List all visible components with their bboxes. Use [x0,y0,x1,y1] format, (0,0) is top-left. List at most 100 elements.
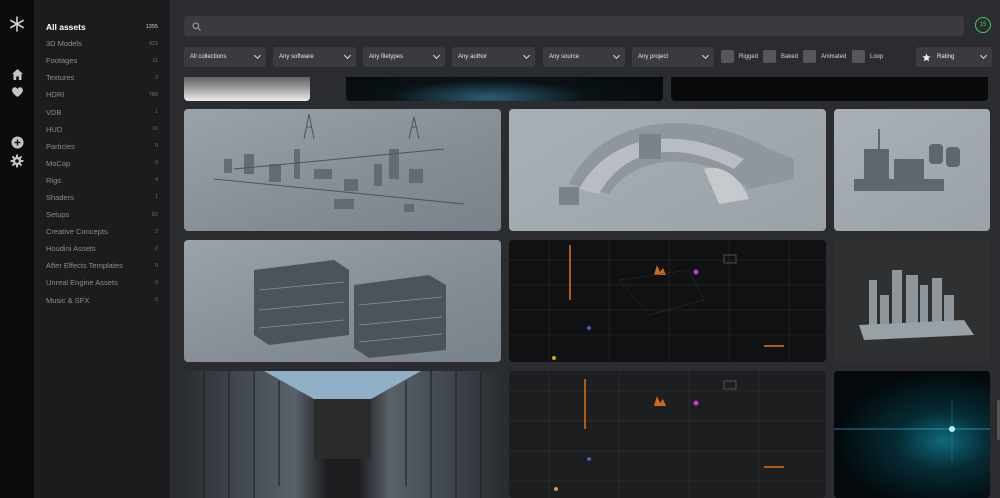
sidebar-item-count: 0 [154,279,158,286]
sidebar-item-count: 788 [148,91,158,98]
filetypes-label: Any filetypes [369,54,404,60]
chevron-down-icon [343,51,352,60]
sidebar-item-count: 82 [151,211,158,218]
sidebar-item-label: Unreal Engine Assets [46,278,118,288]
search-input[interactable] [207,21,964,31]
sidebar-item-count: 4 [154,177,158,184]
author-dropdown[interactable]: Any author [452,47,535,67]
sidebar-item-shaders[interactable]: Shaders 1 [34,189,170,206]
chevron-down-icon [612,51,621,60]
sidebar-item-count: 1 [154,109,158,116]
asset-thumbnail[interactable] [509,109,826,231]
sidebar-item-particles[interactable]: Particles 0 [34,138,170,155]
source-label: Any source [549,54,580,60]
asset-thumbnail[interactable] [671,77,988,101]
sidebar-item-unreal-engine-assets[interactable]: Unreal Engine Assets 0 [34,274,170,291]
sidebar-item-creative-concepts[interactable]: Creative Concepts 2 [34,223,170,240]
status-badge[interactable]: 15 [975,17,991,33]
sidebar-item-count: 2 [154,228,158,235]
asset-thumbnail[interactable] [834,240,990,362]
baked-label: Baked [781,53,799,60]
loop-label: Loop [870,53,884,60]
sidebar-item-label: Footages [46,56,78,66]
asset-thumbnail[interactable] [509,371,826,498]
collections-label: All collections [190,54,227,60]
search-bar[interactable] [184,16,964,36]
sidebar-item-label: Setups [46,210,70,220]
checkbox-box[interactable] [803,50,816,63]
sidebar-item-label: Particles [46,141,75,151]
filetypes-dropdown[interactable]: Any filetypes [363,47,445,67]
sidebar-item-setups[interactable]: Setups 82 [34,206,170,223]
sidebar-item-label: Shaders [46,192,74,202]
sidebar-item-count: 1 [154,194,158,201]
sidebar-item-3d-models[interactable]: 3D Models 421 [34,35,170,52]
checkbox-box[interactable] [852,50,865,63]
software-label: Any software [279,54,314,60]
sidebar-item-textures[interactable]: Textures 3 [34,69,170,86]
icon-rail [0,0,34,498]
software-dropdown[interactable]: Any software [273,47,356,67]
baked-checkbox[interactable]: Baked [763,50,798,63]
sidebar-item-houdini-assets[interactable]: Houdini Assets 2 [34,240,170,257]
project-label: Any project [638,54,669,60]
asset-thumbnail[interactable] [184,77,310,101]
rigged-label: Rigged [739,53,759,60]
sidebar-item-footages[interactable]: Footages 11 [34,52,170,69]
sidebar-item-count: 1355 [145,23,158,30]
loop-checkbox[interactable]: Loop [852,50,883,63]
sidebar-item-mocap[interactable]: MoCap 0 [34,155,170,172]
asset-thumbnail[interactable] [184,240,501,362]
heart-icon[interactable] [9,84,25,100]
checkbox-box[interactable] [721,50,734,63]
chevron-down-icon [979,51,988,60]
asset-browser-app: All assets 1355 3D Models 421 Footages 11 T… [0,0,1000,498]
animated-checkbox[interactable]: Animated [803,50,846,63]
chevron-down-icon [701,51,710,60]
sidebar-item-label: Houdini Assets [46,244,96,254]
sidebar-item-label: HDRI [46,90,65,100]
asset-thumbnail[interactable] [834,109,990,231]
sidebar-item-count: 0 [154,297,158,304]
collections-dropdown[interactable]: All collections [184,47,266,67]
author-label: Any author [458,54,488,60]
sidebar-item-count: 16 [151,126,158,133]
sort-dropdown[interactable]: Rating [916,47,992,67]
sidebar-item-music-sfx[interactable]: Music & SFX 0 [34,292,170,309]
sidebar-item-count: 0 [154,160,158,167]
chevron-down-icon [522,51,531,60]
main-content: 15 All collections Any software Any file… [170,0,1000,498]
sidebar-item-rigs[interactable]: Rigs 4 [34,172,170,189]
sidebar-item-label: Rigs [46,175,62,185]
sidebar-item-label: MoCap [46,158,71,168]
asset-thumbnail[interactable] [184,371,501,498]
rigged-checkbox[interactable]: Rigged [721,50,758,63]
asset-thumbnail[interactable] [346,77,663,101]
asset-thumbnail[interactable] [184,109,501,231]
asset-thumbnail[interactable] [509,240,826,362]
sidebar-item-all-assets[interactable]: All assets 1355 [34,18,170,35]
add-icon[interactable] [9,134,25,150]
settings-icon[interactable] [9,153,25,169]
checkbox-box[interactable] [763,50,776,63]
sidebar-item-label: All assets [46,21,86,32]
sidebar-item-count: 2 [154,245,158,252]
sidebar-item-label: HUD [46,124,63,134]
source-dropdown[interactable]: Any source [543,47,625,67]
animated-label: Animated [821,53,847,60]
sidebar-item-after-effects-templates[interactable]: After Effects Templates 0 [34,257,170,274]
asset-thumbnail[interactable] [834,371,990,498]
logo-icon[interactable] [9,16,25,32]
sidebar-item-hdri[interactable]: HDRI 788 [34,86,170,103]
sidebar-item-vdb[interactable]: VDB 1 [34,103,170,120]
sidebar-item-label: Textures [46,73,75,83]
sidebar-item-count: 3 [154,74,158,81]
search-icon [192,21,201,31]
home-icon[interactable] [9,66,25,82]
chevron-down-icon [253,51,262,60]
star-icon [922,52,931,62]
asset-grid [184,77,990,498]
project-dropdown[interactable]: Any project [632,47,714,67]
sidebar-item-hud[interactable]: HUD 16 [34,121,170,138]
sidebar-item-label: Music & SFX [46,295,90,305]
